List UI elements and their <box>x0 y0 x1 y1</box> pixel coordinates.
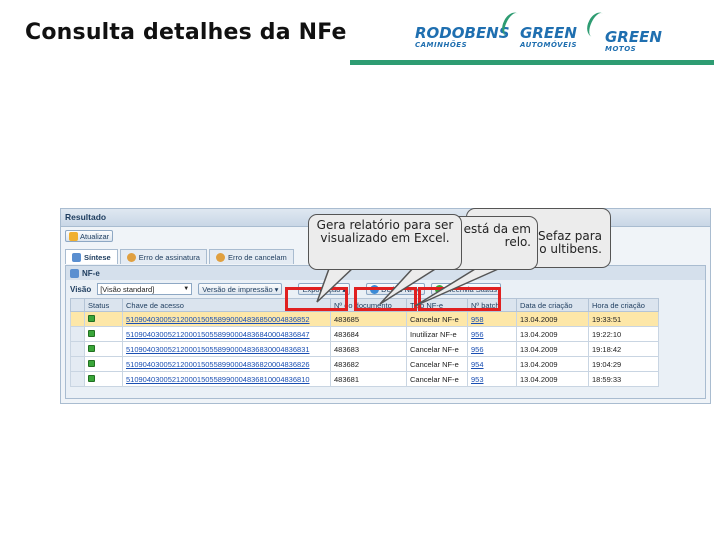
creation-date: 13.04.2009 <box>516 371 589 387</box>
document-number: 483682 <box>330 356 407 372</box>
creation-time: 19:04:29 <box>588 356 659 372</box>
chevron-down-icon: ▼ <box>183 286 190 292</box>
export-callout-tail <box>316 265 357 303</box>
print-version-button[interactable]: Versão de impressão ▾ <box>198 283 283 295</box>
access-key-link[interactable]: 5109040300521200015055899000483682000483… <box>122 356 331 372</box>
column-header[interactable]: Status <box>84 298 123 312</box>
table-row[interactable]: 5109040300521200015055899000483684000483… <box>70 326 659 342</box>
status-cell <box>84 326 123 342</box>
access-key-link[interactable]: 5109040300521200015055899000483681000483… <box>122 371 331 387</box>
nfe-type: Cancelar NF-e <box>406 371 468 387</box>
row-selector[interactable] <box>70 326 85 342</box>
logo-green-automoveis-sub: AUTOMÓVEIS <box>520 41 578 49</box>
tab-erro-assinatura[interactable]: Erro de assinatura <box>119 249 207 264</box>
status-cell <box>84 341 123 357</box>
status-cell <box>84 371 123 387</box>
logo-rodobens-name: RODOBENS <box>415 24 510 42</box>
status-led-icon <box>88 329 95 337</box>
status-cell <box>84 311 123 327</box>
summary-icon <box>72 252 81 262</box>
document-number: 483683 <box>330 341 407 357</box>
row-selector[interactable] <box>70 341 85 357</box>
table-row[interactable]: 5109040300521200015055899000483683000483… <box>70 341 659 357</box>
status-led-icon <box>88 359 95 367</box>
row-selector[interactable] <box>70 311 85 327</box>
status-led-icon <box>88 344 95 352</box>
logo-green-motos-sub: MOTOS <box>605 45 637 53</box>
nfe-type: Inutilizar NF-e <box>406 326 468 342</box>
green-motos-logo: GREEN MOTOS <box>605 28 662 53</box>
logo-green-automoveis-name: GREEN <box>520 24 577 42</box>
column-header[interactable]: Hora de criação <box>588 298 659 312</box>
error-icon <box>126 252 136 262</box>
status-cell <box>84 356 123 372</box>
nfe-type: Cancelar NF-e <box>406 341 468 357</box>
creation-date: 13.04.2009 <box>516 356 589 372</box>
slide-title: Consulta detalhes da NFe <box>25 20 347 45</box>
creation-time: 19:18:42 <box>588 341 659 357</box>
view-label: Visão <box>70 284 92 294</box>
export-callout-text: Gera relatório para ser visualizado em E… <box>316 218 454 245</box>
refresh-label: Atualizar <box>80 231 110 241</box>
document-number: 483681 <box>330 371 407 387</box>
refresh-icon <box>69 231 78 241</box>
tab-erro-cancelamento[interactable]: Erro de cancelam <box>208 249 294 264</box>
tab-sintese[interactable]: Síntese <box>65 249 118 264</box>
document-number: 483684 <box>330 326 407 342</box>
logo-rodobens-sub: CAMINHÕES <box>415 41 468 49</box>
tab-erro-cancelamento-label: Erro de cancelam <box>227 252 287 262</box>
refresh-button[interactable]: Atualizar <box>65 230 114 242</box>
tab-sintese-label: Síntese <box>84 252 111 262</box>
batch-link[interactable]: 953 <box>467 371 517 387</box>
access-key-link[interactable]: 5109040300521200015055899000483683000483… <box>122 341 331 357</box>
logo-green-motos-name: GREEN <box>605 28 662 46</box>
creation-date: 13.04.2009 <box>516 341 589 357</box>
callout-tails <box>316 265 506 307</box>
creation-date: 13.04.2009 <box>516 326 589 342</box>
table-icon <box>70 268 79 278</box>
chevron-down-icon: ▾ <box>274 284 279 294</box>
select-all-header[interactable] <box>70 298 85 312</box>
status-led-icon <box>88 314 95 322</box>
batch-link[interactable]: 956 <box>467 341 517 357</box>
column-header[interactable]: Data de criação <box>516 298 589 312</box>
creation-time: 19:22:10 <box>588 326 659 342</box>
export-callout: Gera relatório para ser visualizado em E… <box>308 214 462 270</box>
nfe-type: Cancelar NF-e <box>406 356 468 372</box>
access-key-link[interactable]: 5109040300521200015055899000483684000483… <box>122 326 331 342</box>
view-select[interactable]: [Visão standard] ▼ <box>97 283 193 295</box>
rodobens-logo: RODOBENS CAMINHÕES <box>415 24 510 49</box>
green-automoveis-logo: GREEN AUTOMÓVEIS <box>520 24 577 49</box>
creation-date: 13.04.2009 <box>516 311 589 327</box>
row-selector[interactable] <box>70 371 85 387</box>
batch-link[interactable]: 954 <box>467 356 517 372</box>
creation-time: 19:33:51 <box>588 311 659 327</box>
table-row[interactable]: 5109040300521200015055899000483681000483… <box>70 371 659 387</box>
print-version-label: Versão de impressão <box>202 284 273 294</box>
error-icon <box>215 252 225 262</box>
status-led-icon <box>88 374 95 382</box>
tab-erro-assinatura-label: Erro de assinatura <box>138 252 200 262</box>
table-row[interactable]: 5109040300521200015055899000483682000483… <box>70 356 659 372</box>
view-select-value: [Visão standard] <box>100 284 155 294</box>
panel-title-label: NF-e <box>82 268 100 278</box>
batch-link[interactable]: 956 <box>467 326 517 342</box>
row-selector[interactable] <box>70 356 85 372</box>
creation-time: 18:59:33 <box>588 371 659 387</box>
brand-bar <box>350 60 714 65</box>
